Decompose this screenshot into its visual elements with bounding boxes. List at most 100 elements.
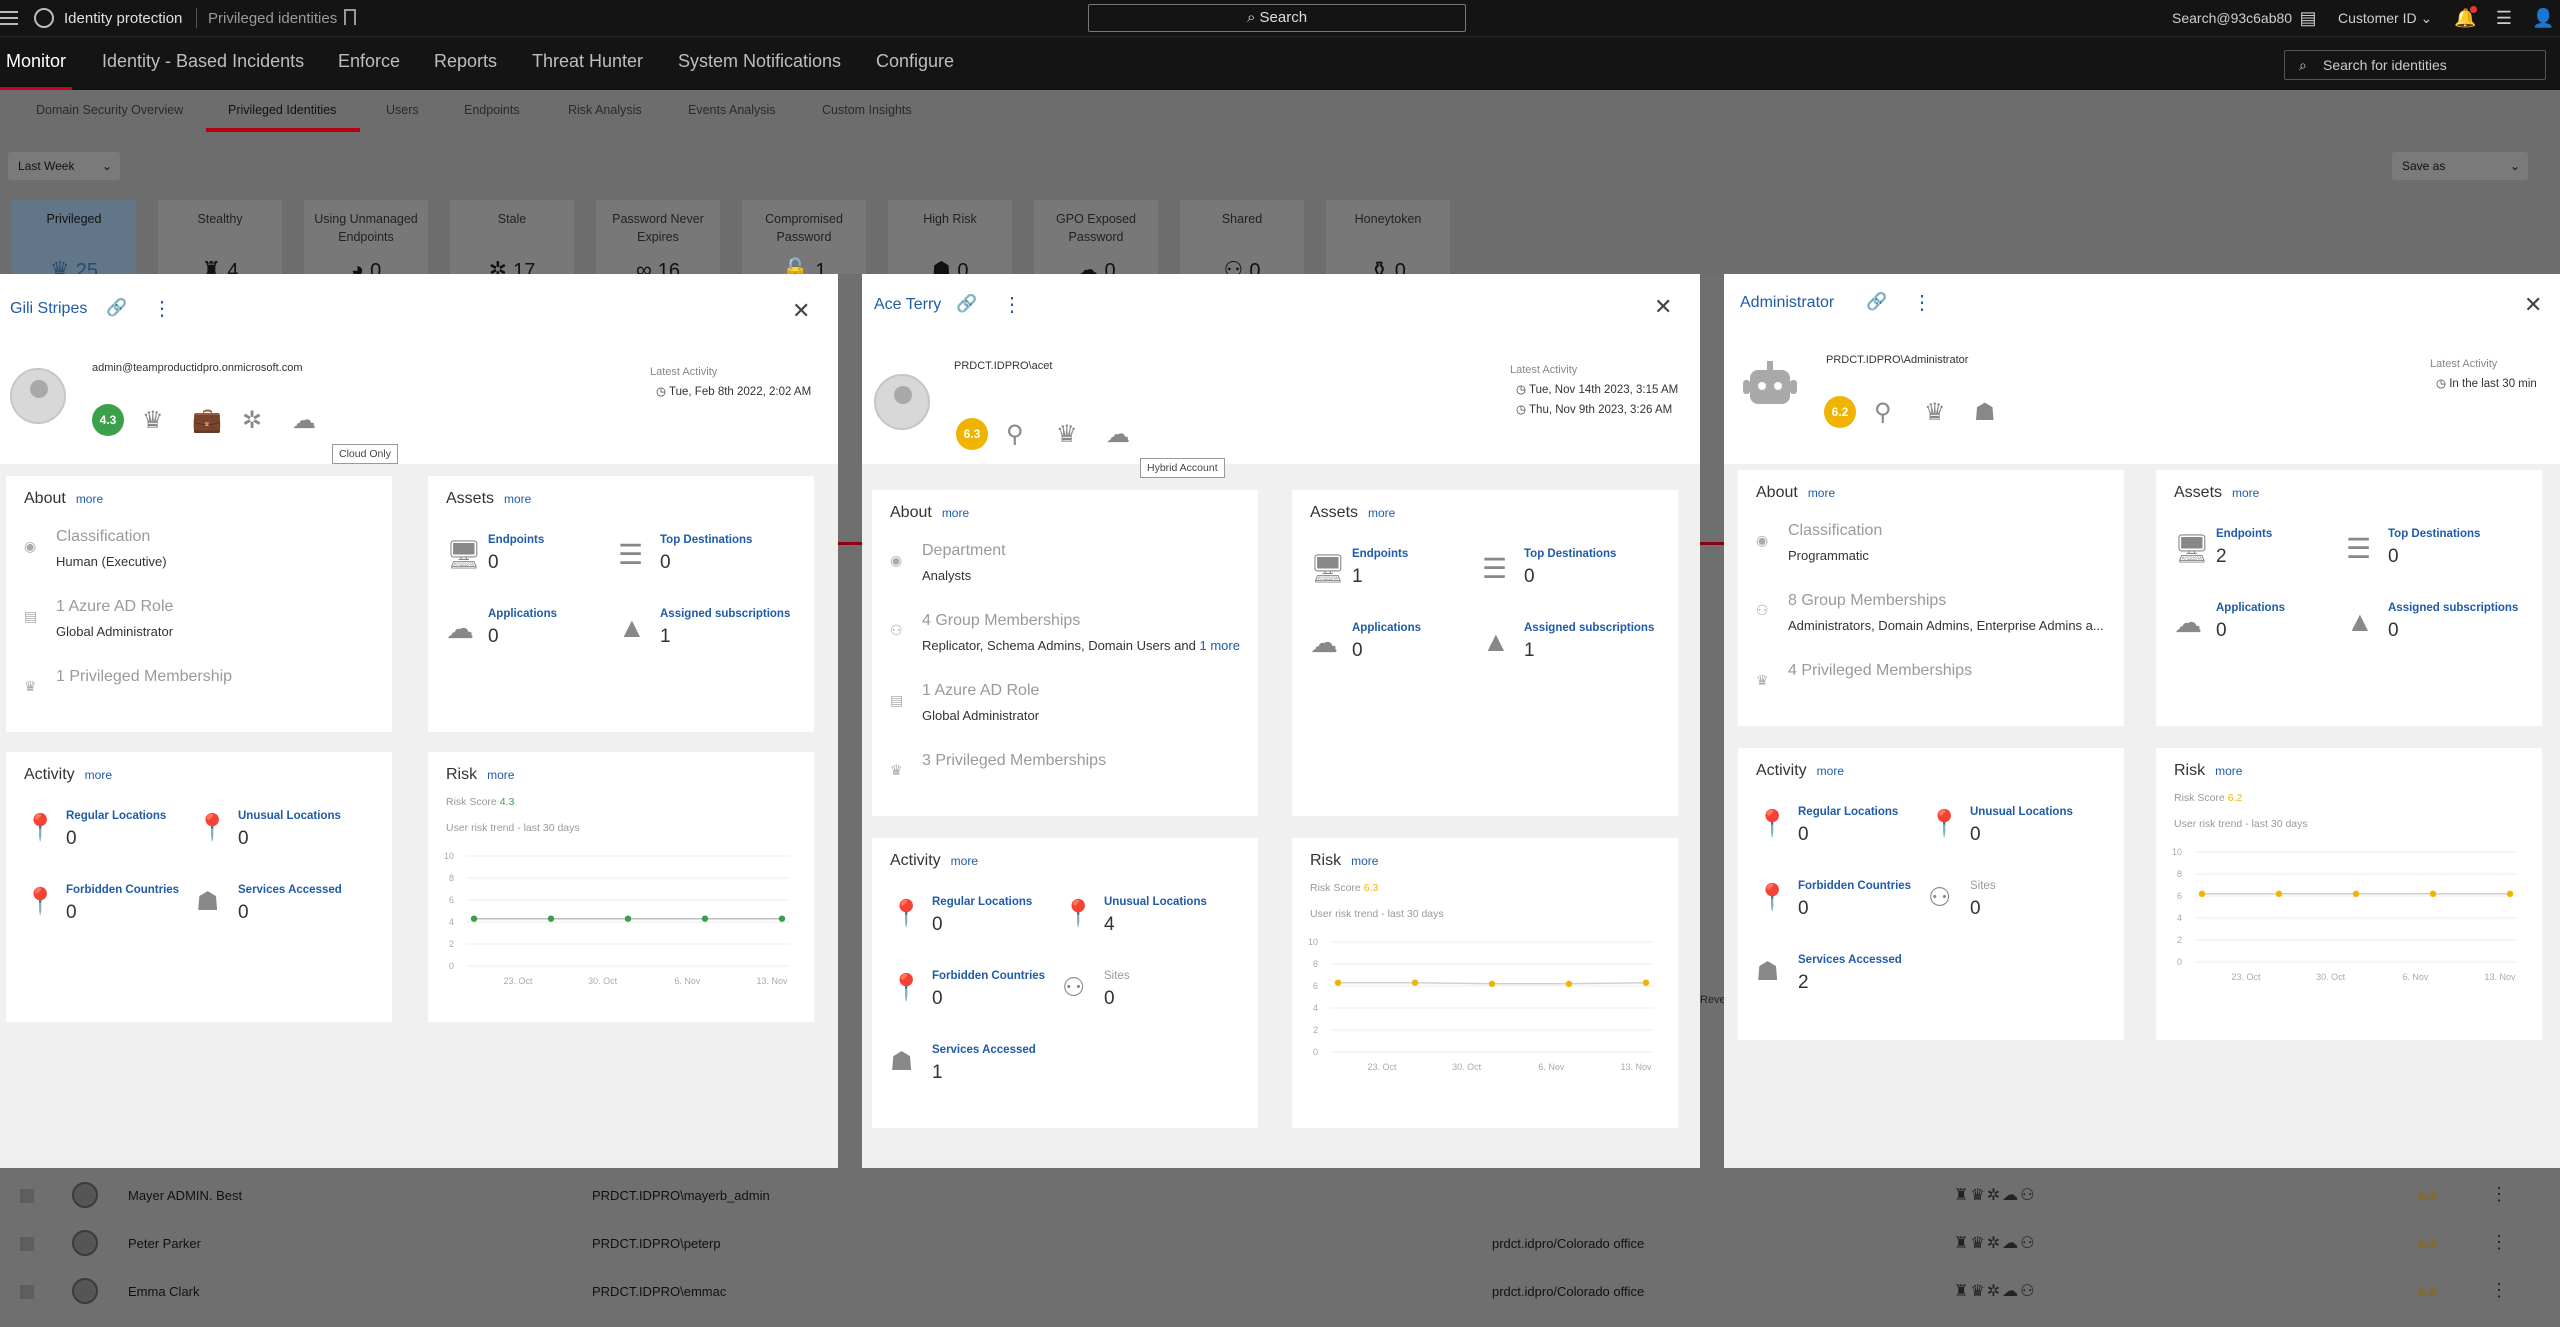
messages-icon[interactable]: ☰ <box>2494 8 2514 28</box>
activity-label[interactable]: Regular Locations <box>66 810 166 822</box>
asset-label[interactable]: Endpoints <box>1352 548 1408 560</box>
menu-icon[interactable] <box>0 7 18 27</box>
tab-privileged-identities[interactable]: Privileged Identities <box>228 103 336 117</box>
tab-risk-analysis[interactable]: Risk Analysis <box>568 103 642 117</box>
activity-label[interactable]: Forbidden Countries <box>66 884 179 896</box>
panel-menu-icon[interactable]: ⋮ <box>1912 290 1932 315</box>
link-icon[interactable]: 🔗 <box>106 298 127 318</box>
link-icon[interactable]: 🔗 <box>956 294 977 314</box>
activity-label[interactable]: Unusual Locations <box>238 810 341 822</box>
activity-label[interactable]: Services Accessed <box>1798 954 1902 966</box>
identity-search-input[interactable]: ⌕ Search for identities <box>2284 50 2546 80</box>
close-icon[interactable]: ✕ <box>2524 292 2542 318</box>
activity-label[interactable]: Forbidden Countries <box>1798 880 1911 892</box>
data-point[interactable] <box>1488 980 1496 987</box>
risk-more-link[interactable]: more <box>2215 764 2242 778</box>
data-point[interactable] <box>1334 979 1342 986</box>
nav-configure[interactable]: Configure <box>876 51 954 72</box>
row-menu-icon[interactable]: ⋮ <box>2490 1232 2508 1253</box>
identity-name[interactable]: Administrator <box>1740 294 1834 312</box>
tile-using-unmanaged-endpoints[interactable]: Using Unmanaged Endpoints ◕ 0 <box>304 200 428 281</box>
activity-label[interactable]: Services Accessed <box>238 884 342 896</box>
table-row[interactable]: Mayer ADMIN. Best PRDCT.IDPRO\mayerb_admi… <box>0 1172 2560 1220</box>
about-more-link[interactable]: more <box>942 506 969 520</box>
nav-threat-hunter[interactable]: Threat Hunter <box>532 51 643 72</box>
table-row[interactable]: Peter Parker PRDCT.IDPRO\peterp prdct.idpr… <box>0 1220 2560 1268</box>
activity-label[interactable]: Sites <box>1104 970 1130 982</box>
data-point[interactable] <box>2198 890 2206 897</box>
period-select[interactable]: Last Week ⌄ <box>8 152 120 180</box>
tab-custom-insights[interactable]: Custom Insights <box>822 103 912 117</box>
activity-label[interactable]: Unusual Locations <box>1104 896 1207 908</box>
asset-label[interactable]: Top Destinations <box>1524 548 1616 560</box>
asset-label[interactable]: Applications <box>488 608 557 620</box>
nav-monitor[interactable]: Monitor <box>6 51 66 72</box>
row-name[interactable]: Peter Parker <box>128 1236 201 1251</box>
tab-endpoints[interactable]: Endpoints <box>464 103 520 117</box>
more-members-link[interactable]: 1 more <box>1199 638 1239 653</box>
data-point[interactable] <box>1642 979 1650 986</box>
row-name[interactable]: Emma Clark <box>128 1284 200 1299</box>
tab-domain-security-overview[interactable]: Domain Security Overview <box>36 103 183 117</box>
activity-label[interactable]: Services Accessed <box>932 1044 1036 1056</box>
activity-label[interactable]: Regular Locations <box>1798 806 1898 818</box>
nav-reports[interactable]: Reports <box>434 51 497 72</box>
tile-compromised-password[interactable]: Compromised Password 🔓 1 <box>742 200 866 281</box>
tile-stealthy[interactable]: Stealthy ♜ 4 <box>158 200 282 281</box>
identity-name[interactable]: Ace Terry <box>874 296 941 314</box>
asset-label[interactable]: Endpoints <box>488 534 544 546</box>
user-name[interactable]: Search@93c6ab80 <box>2172 10 2292 26</box>
tab-events-analysis[interactable]: Events Analysis <box>688 103 776 117</box>
asset-label[interactable]: Applications <box>2216 602 2285 614</box>
activity-label[interactable]: Unusual Locations <box>1970 806 2073 818</box>
row-menu-icon[interactable]: ⋮ <box>2490 1184 2508 1205</box>
row-menu-icon[interactable]: ⋮ <box>2490 1280 2508 1301</box>
assets-more-link[interactable]: more <box>2232 486 2259 500</box>
breadcrumb[interactable]: Privileged identities <box>208 10 337 27</box>
about-more-link[interactable]: more <box>1808 486 1835 500</box>
global-search-input[interactable]: ⌕ Search <box>1088 4 1466 32</box>
row-name[interactable]: Mayer ADMIN. Best <box>128 1188 242 1203</box>
close-icon[interactable]: ✕ <box>1654 294 1672 320</box>
customer-select[interactable]: Customer ID ⌄ <box>2338 10 2432 27</box>
link-icon[interactable]: 🔗 <box>1866 292 1887 312</box>
data-point[interactable] <box>2429 890 2437 897</box>
tab-users[interactable]: Users <box>386 103 419 117</box>
asset-label[interactable]: Top Destinations <box>2388 528 2480 540</box>
activity-more-link[interactable]: more <box>1817 764 1844 778</box>
nav-identity-incidents[interactable]: Identity - Based Incidents <box>102 51 304 72</box>
tile-gpo-exposed-password[interactable]: GPO Exposed Password ☁ 0 <box>1034 200 1158 281</box>
asset-label[interactable]: Endpoints <box>2216 528 2272 540</box>
bookmark-icon[interactable] <box>344 9 356 25</box>
nav-enforce[interactable]: Enforce <box>338 51 400 72</box>
activity-label[interactable]: Sites <box>1970 880 1996 892</box>
asset-label[interactable]: Assigned subscriptions <box>1524 622 1654 634</box>
asset-label[interactable]: Assigned subscriptions <box>660 608 790 620</box>
row-checkbox[interactable] <box>20 1237 34 1251</box>
save-as-select[interactable]: Save as ⌄ <box>2392 152 2528 180</box>
data-point[interactable] <box>2506 890 2514 897</box>
data-point[interactable] <box>2352 890 2360 897</box>
risk-more-link[interactable]: more <box>487 768 514 782</box>
list-icon[interactable]: ▤ <box>2298 8 2318 28</box>
row-checkbox[interactable] <box>20 1285 34 1299</box>
row-checkbox[interactable] <box>20 1189 34 1203</box>
identity-name[interactable]: Gili Stripes <box>10 300 87 318</box>
nav-system-notifications[interactable]: System Notifications <box>678 51 841 72</box>
activity-label[interactable]: Regular Locations <box>932 896 1032 908</box>
data-point[interactable] <box>778 915 786 922</box>
user-icon[interactable]: 👤 <box>2532 8 2554 28</box>
data-point[interactable] <box>701 915 709 922</box>
asset-label[interactable]: Top Destinations <box>660 534 752 546</box>
tile-stale[interactable]: Stale ✲ 17 <box>450 200 574 281</box>
data-point[interactable] <box>547 915 555 922</box>
tile-high-risk[interactable]: High Risk ☗ 0 <box>888 200 1012 281</box>
tile-shared[interactable]: Shared ⚇ 0 <box>1180 200 1304 281</box>
assets-more-link[interactable]: more <box>1368 506 1395 520</box>
tile-password-never-expires[interactable]: Password Never Expires ∞ 16 <box>596 200 720 281</box>
activity-more-link[interactable]: more <box>85 768 112 782</box>
risk-more-link[interactable]: more <box>1351 854 1378 868</box>
data-point[interactable] <box>1565 980 1573 987</box>
about-more-link[interactable]: more <box>76 492 103 506</box>
data-point[interactable] <box>470 915 478 922</box>
